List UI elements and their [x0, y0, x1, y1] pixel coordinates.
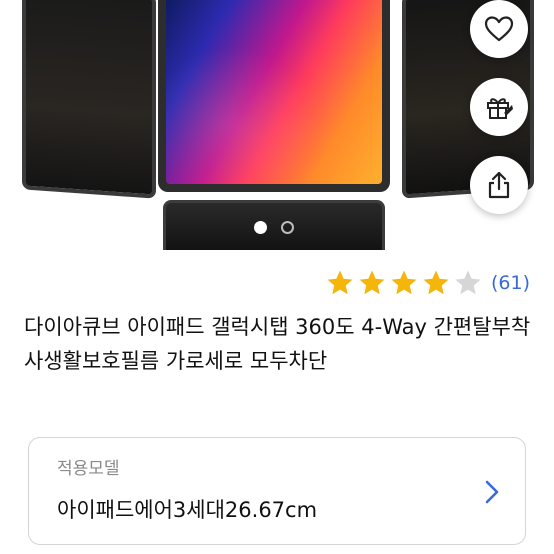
- star-filled-icon: [391, 270, 417, 295]
- star-empty-icon: [455, 270, 481, 295]
- option-label: 적용모델: [57, 459, 120, 479]
- gift-icon: [487, 98, 513, 119]
- tablet-screen: [166, 0, 382, 184]
- star-filled-icon: [327, 270, 353, 295]
- option-selector[interactable]: 적용모델 아이패드에어3세대26.67cm: [28, 437, 526, 545]
- rating-summary[interactable]: (61): [325, 268, 530, 298]
- wishlist-button[interactable]: [470, 0, 528, 58]
- carousel-indicator: [254, 221, 294, 234]
- tablet-image-left: [22, 0, 156, 199]
- star-filled-icon: [423, 270, 449, 295]
- chevron-right-icon: [485, 480, 499, 504]
- gift-button[interactable]: [470, 78, 528, 136]
- product-title: 다이아큐브 아이패드 갤럭시탭 360도 4-Way 간편탈부착 사생활보호필름…: [24, 315, 531, 373]
- option-value: 아이패드에어3세대26.67cm: [57, 498, 318, 522]
- share-button[interactable]: [470, 156, 528, 214]
- carousel-dot-2[interactable]: [281, 221, 294, 234]
- review-count-link[interactable]: (61): [491, 272, 530, 294]
- heart-outline-icon: [484, 16, 514, 42]
- star-filled-icon: [359, 270, 385, 295]
- share-icon: [488, 171, 510, 199]
- tablet-image-center: [158, 0, 390, 192]
- carousel-dot-1[interactable]: [254, 221, 267, 234]
